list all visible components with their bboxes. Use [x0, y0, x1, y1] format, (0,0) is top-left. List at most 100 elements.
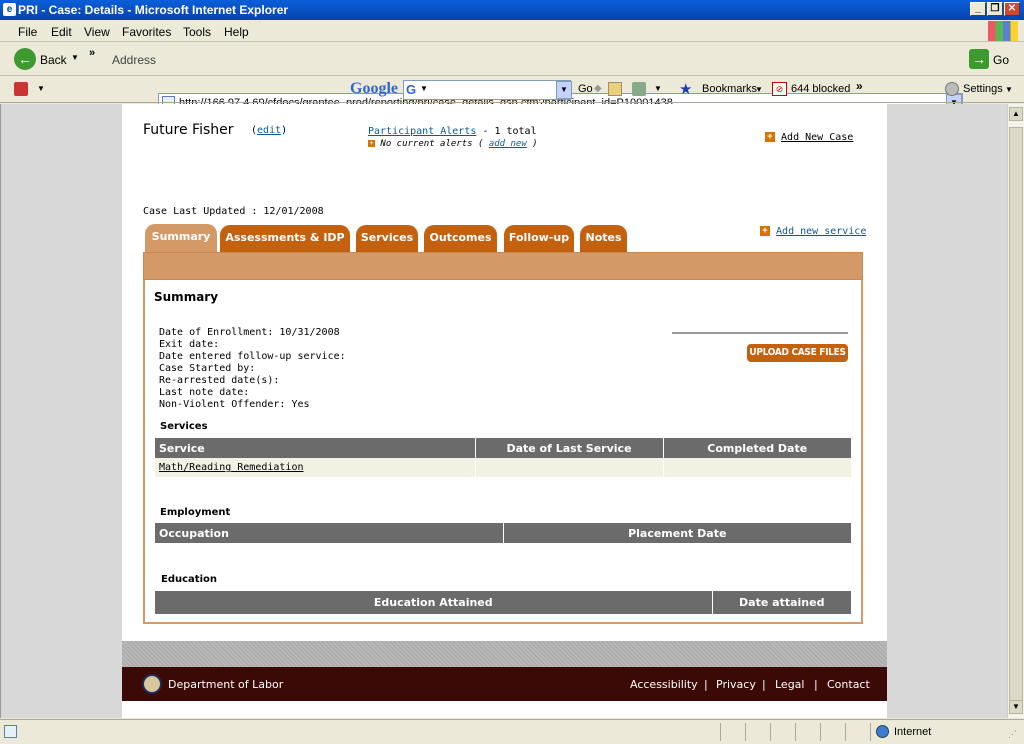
alert-plus-icon: + — [368, 140, 375, 147]
table-row: Math/Reading Remediation — [155, 458, 852, 477]
minimize-button[interactable]: _ — [970, 2, 986, 16]
tab-follow-up[interactable]: Follow-up — [504, 225, 574, 252]
summary-panel: Summary Date of Enrollment: 10/31/2008 E… — [143, 280, 863, 624]
settings-dropdown-icon[interactable]: ▼ — [1005, 85, 1013, 94]
go-arrow-icon[interactable]: → — [969, 49, 989, 69]
col-completed-date: Completed Date — [663, 438, 852, 458]
close-button[interactable]: ✕ — [1004, 2, 1020, 16]
toolbar-chevron-icon[interactable]: » — [89, 47, 95, 59]
google-go-button[interactable]: Go — [578, 83, 593, 95]
menu-file[interactable]: File — [18, 25, 37, 39]
google-chevron-icon[interactable]: » — [856, 79, 863, 93]
go-button[interactable]: Go — [993, 53, 1009, 67]
bookmarks-star-icon[interactable]: ★ — [679, 80, 692, 98]
status-bar: Internet ⋰ — [0, 719, 1024, 744]
windows-logo-icon — [988, 21, 1018, 41]
tab-band — [143, 252, 863, 280]
education-heading: Education — [161, 574, 217, 585]
field-last-note-date: Last note date: — [159, 387, 250, 398]
back-arrow-icon[interactable]: ← — [14, 48, 36, 70]
site-footer: Department of Labor Accessibility | Priv… — [122, 667, 887, 701]
menu-favorites[interactable]: Favorites — [122, 25, 171, 39]
alerts-total: - 1 total — [482, 126, 537, 137]
status-page-icon — [4, 725, 17, 738]
edit-participant-link[interactable]: edit — [257, 125, 281, 136]
field-follow-up-date: Date entered follow-up service: — [159, 351, 346, 362]
page-content: Future Fisher (edit) Participant Alerts … — [122, 104, 887, 718]
participant-name: Future Fisher — [143, 122, 234, 138]
field-non-violent-offender: Non-Violent Offender: Yes — [159, 399, 310, 410]
restore-button[interactable]: ❐ — [987, 2, 1003, 16]
education-table: Education Attained Date attained — [155, 591, 852, 614]
col-last-service: Date of Last Service — [475, 438, 664, 458]
footer-privacy-link[interactable]: Privacy — [716, 678, 756, 691]
tab-assessments-idp[interactable]: Assessments & IDP — [220, 225, 350, 252]
scroll-down-icon[interactable]: ▼ — [1009, 700, 1023, 714]
col-placement-date: Placement Date — [503, 523, 852, 543]
security-zone: Internet — [894, 726, 932, 738]
field-case-started-by: Case Started by: — [159, 363, 256, 374]
service-link[interactable]: Math/Reading Remediation — [159, 462, 304, 473]
service-completed-cell — [663, 458, 852, 477]
menu-bar: File Edit View Favorites Tools Help — [0, 20, 1024, 42]
autofill-icon[interactable] — [632, 82, 646, 96]
services-header-row: Service Date of Last Service Completed D… — [155, 438, 852, 458]
google-search-input[interactable]: G ▼ — [403, 80, 571, 100]
menu-view[interactable]: View — [84, 25, 110, 39]
ie-icon: e — [3, 3, 16, 16]
footer-pattern-band — [122, 641, 887, 667]
col-service: Service — [155, 438, 476, 458]
internet-globe-icon — [876, 725, 889, 738]
google-menu-arrow-icon[interactable]: ▼ — [420, 84, 428, 93]
bookmarks-button[interactable]: Bookmarks — [702, 83, 757, 95]
google-g-icon: G — [406, 82, 417, 97]
back-dropdown-icon[interactable]: ▼ — [71, 53, 79, 62]
tab-services[interactable]: Services — [356, 225, 418, 252]
scroll-thumb[interactable] — [1009, 127, 1023, 707]
resize-grip-icon[interactable]: ⋰ — [1008, 729, 1017, 740]
add-new-alert-link[interactable]: add new — [489, 139, 527, 149]
menu-help[interactable]: Help — [224, 25, 249, 39]
footer-org: Department of Labor — [168, 678, 284, 691]
add-new-case-link[interactable]: Add New Case — [781, 132, 853, 143]
browser-viewport: Future Fisher (edit) Participant Alerts … — [0, 104, 1007, 718]
tab-outcomes[interactable]: Outcomes — [424, 225, 497, 252]
popup-blocked-count[interactable]: 644 blocked — [791, 83, 850, 95]
footer-legal-link[interactable]: Legal — [775, 678, 804, 691]
vertical-scrollbar[interactable]: ▲ ▼ — [1007, 104, 1024, 718]
autofill-dropdown-icon[interactable]: ▼ — [654, 84, 662, 93]
menu-tools[interactable]: Tools — [183, 25, 211, 39]
highlight-icon[interactable] — [608, 82, 622, 96]
footer-contact-link[interactable]: Contact — [827, 678, 870, 691]
summary-fields: Date of Enrollment: 10/31/2008 Exit date… — [159, 327, 346, 411]
upload-divider — [672, 332, 848, 334]
footer-accessibility-link[interactable]: Accessibility — [630, 678, 698, 691]
back-button-label[interactable]: Back — [40, 53, 67, 67]
bookmarks-dropdown-icon[interactable]: ▼ — [755, 85, 763, 94]
employment-heading: Employment — [160, 507, 231, 518]
google-toolbar: ▼ Google G ▼ ▼ Go ◆ ▼ ★ Bookmarks ▼ ⊘ 64… — [0, 77, 1024, 103]
add-new-service-link[interactable]: Add new service — [776, 226, 866, 237]
acrobat-dropdown-icon[interactable]: ▼ — [37, 84, 45, 93]
google-dropdown-icon[interactable]: ▼ — [556, 81, 572, 99]
scroll-up-icon[interactable]: ▲ — [1009, 107, 1023, 121]
menu-edit[interactable]: Edit — [51, 25, 72, 39]
settings-icon[interactable] — [945, 82, 959, 96]
participant-alerts-link[interactable]: Participant Alerts — [368, 126, 476, 137]
address-label: Address — [112, 53, 157, 67]
popup-blocker-icon[interactable]: ⊘ — [772, 82, 787, 96]
summary-heading: Summary — [154, 290, 219, 304]
employment-table: Occupation Placement Date — [155, 523, 852, 543]
pagerank-icon: ◆ — [594, 83, 602, 94]
acrobat-icon[interactable] — [14, 82, 28, 96]
upload-case-files-button[interactable]: UPLOAD CASE FILES — [747, 344, 848, 362]
window-titlebar: e PRI - Case: Details - Microsoft Intern… — [0, 0, 1024, 20]
dol-seal-icon — [142, 674, 162, 694]
settings-button[interactable]: Settings — [963, 83, 1003, 95]
tab-summary[interactable]: Summary — [145, 224, 217, 254]
col-date-attained: Date attained — [712, 591, 852, 614]
google-logo: Google — [350, 80, 398, 97]
tab-notes[interactable]: Notes — [580, 225, 627, 252]
window-title: PRI - Case: Details - Microsoft Internet… — [18, 3, 289, 17]
col-education-attained: Education Attained — [155, 591, 713, 614]
